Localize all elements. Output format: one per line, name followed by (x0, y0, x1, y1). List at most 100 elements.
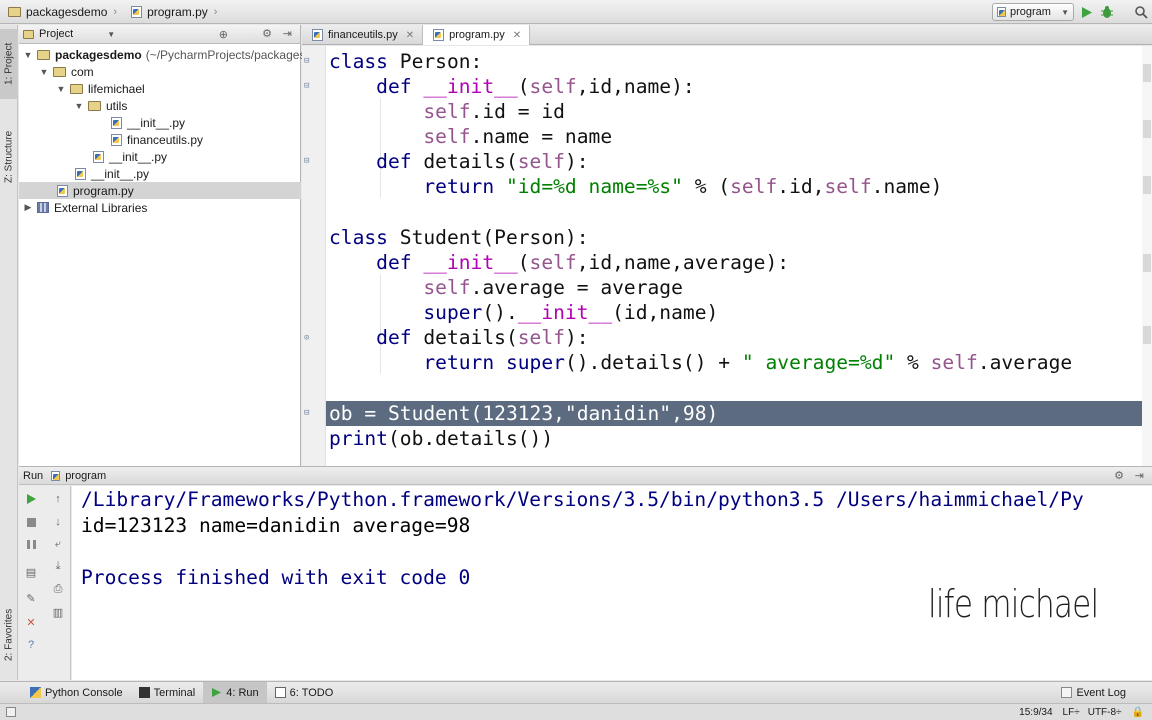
print-icon: ⎙ (53, 582, 63, 595)
fold-marker-icon[interactable]: ⊟ (304, 56, 309, 66)
code-token: __init__ (423, 251, 518, 274)
breadcrumb-file[interactable]: program.py › (123, 0, 223, 24)
chevron-down-icon[interactable]: ▼ (107, 30, 115, 39)
tree-item-utils[interactable]: ▼ utils (74, 97, 128, 114)
tree-item-lifemichael[interactable]: ▼ lifemichael (56, 80, 145, 97)
gear-icon[interactable]: ⚙ (262, 27, 272, 40)
code-token: self (423, 100, 471, 123)
dump-threads-button[interactable]: ▤ (23, 564, 39, 580)
project-panel-title[interactable]: Project (39, 28, 73, 40)
run-button[interactable] (1078, 3, 1096, 21)
run-tab-label[interactable]: Run (23, 470, 43, 482)
code-line: class Student(Person): (329, 225, 589, 250)
tree-item-lifemichael-init[interactable]: __init__.py (93, 148, 167, 165)
editor-scrollbar[interactable] (1142, 46, 1152, 466)
console-exit-line: Process finished with exit code 0 (81, 566, 471, 589)
scroll-from-source-icon[interactable]: ⊕ (219, 28, 228, 41)
search-everywhere-button[interactable] (1132, 3, 1150, 21)
hide-panel-icon[interactable]: ⇥ (1135, 469, 1144, 482)
tab-event-log[interactable]: Event Log (1053, 682, 1134, 704)
tree-item-program[interactable]: program.py (19, 182, 301, 199)
tree-item-packagesdemo[interactable]: ▼ packagesdemo (~/PycharmProjects/packag… (23, 46, 306, 63)
python-file-icon (111, 116, 122, 129)
tree-item-com-init[interactable]: __init__.py (75, 165, 149, 182)
pause-button[interactable] (23, 536, 39, 552)
soft-wrap-button[interactable]: ⤶ (50, 536, 66, 552)
run-config-label[interactable]: program (65, 470, 106, 482)
scroll-marker[interactable] (1143, 64, 1151, 82)
tab-structure[interactable]: Z: Structure (0, 113, 18, 201)
code-editor[interactable]: ⊟ ⊟ ⊟ ⊙ ⊟ class Person: def __init__(sel… (302, 46, 1152, 466)
print-button[interactable]: ⎙ (50, 581, 66, 597)
help-button[interactable]: ? (23, 637, 39, 653)
help-icon: ? (27, 639, 35, 651)
close-run-button[interactable]: ✕ (23, 614, 39, 630)
tab-program[interactable]: program.py ✕ (423, 25, 531, 45)
gear-icon[interactable]: ⚙ (1114, 469, 1124, 482)
rerun-button[interactable] (23, 491, 39, 507)
folder-icon (70, 83, 83, 94)
python-file-icon (75, 167, 86, 180)
code-token: def (329, 150, 424, 173)
file-encoding[interactable]: UTF-8÷ (1088, 707, 1122, 718)
caret-position[interactable]: 15:9/34 (1019, 707, 1052, 718)
breadcrumb-project[interactable]: packagesdemo › (0, 0, 123, 24)
library-icon (37, 202, 49, 213)
navigation-bar: packagesdemo › program.py › (0, 0, 1152, 24)
scroll-marker[interactable] (1143, 326, 1151, 344)
code-token: ,id,name,average): (576, 251, 790, 274)
tree-item-label: financeutils.py (127, 132, 204, 147)
expand-arrow-icon: ▼ (56, 83, 66, 94)
close-icon[interactable]: ✕ (513, 30, 521, 41)
code-token: Student(Person): (399, 226, 589, 249)
tree-item-com[interactable]: ▼ com (39, 63, 94, 80)
close-icon[interactable]: ✕ (406, 30, 414, 41)
code-token: .average = average (470, 276, 683, 299)
stop-button[interactable] (23, 514, 39, 530)
run-configuration-select[interactable]: program ▼ (992, 3, 1074, 21)
tab-label: 4: Run (226, 686, 259, 699)
fold-marker-icon[interactable]: ⊟ (304, 81, 309, 91)
python-file-icon (51, 470, 61, 481)
tab-project-label: 1: Project (3, 42, 15, 86)
pin-tab-button[interactable]: ✎ (23, 590, 39, 606)
override-marker-icon[interactable]: ⊙ (304, 333, 309, 343)
tree-item-financeutils[interactable]: financeutils.py (111, 131, 203, 148)
status-bar: 15:9/34 LF÷ UTF-8÷ 🔒 (0, 703, 1152, 720)
scroll-to-end-button[interactable]: ⤓ (50, 558, 66, 574)
left-tool-strip: 1: Project Z: Structure 2: Favorites (0, 25, 18, 680)
line-separator[interactable]: LF÷ (1063, 707, 1080, 718)
tree-item-external-libraries[interactable]: ▶ External Libraries (23, 199, 148, 216)
breadcrumb-project-label: packagesdemo (26, 4, 108, 19)
tab-financeutils[interactable]: financeutils.py ✕ (302, 25, 424, 45)
scroll-marker[interactable] (1143, 120, 1151, 138)
tab-python-console[interactable]: Python Console (22, 682, 131, 704)
editor-tab-bar: financeutils.py ✕ program.py ✕ (302, 25, 1152, 45)
scroll-end-icon: ⤓ (55, 559, 61, 572)
tab-favorites[interactable]: 2: Favorites (0, 595, 18, 675)
tree-item-label: program.py (73, 183, 134, 198)
tab-todo[interactable]: 6: TODO (267, 682, 342, 704)
tab-project[interactable]: 1: Project (0, 29, 18, 99)
tree-item-utils-init[interactable]: __init__.py (111, 114, 185, 131)
hide-panel-icon[interactable]: ⇥ (283, 27, 292, 40)
scroll-up-button[interactable]: ↑ (50, 491, 66, 507)
code-token: def (329, 75, 424, 98)
lock-icon[interactable]: 🔒 (1132, 707, 1144, 718)
code-token: .average (977, 351, 1073, 374)
arrow-up-icon: ↑ (55, 493, 61, 505)
debug-button[interactable] (1098, 3, 1116, 21)
tool-windows-toggle-icon[interactable] (6, 707, 16, 717)
clear-all-button[interactable]: ▥ (50, 604, 66, 620)
code-token: % (895, 351, 931, 374)
tab-terminal[interactable]: Terminal (131, 682, 204, 704)
fold-marker-icon[interactable]: ⊟ (304, 408, 309, 418)
scroll-marker[interactable] (1143, 254, 1151, 272)
scroll-down-button[interactable]: ↓ (50, 514, 66, 530)
code-token: return (329, 175, 506, 198)
scroll-marker[interactable] (1143, 176, 1151, 194)
tree-item-label: com (71, 64, 94, 79)
tab-run[interactable]: 4: Run (203, 681, 267, 704)
fold-marker-icon[interactable]: ⊟ (304, 156, 309, 166)
